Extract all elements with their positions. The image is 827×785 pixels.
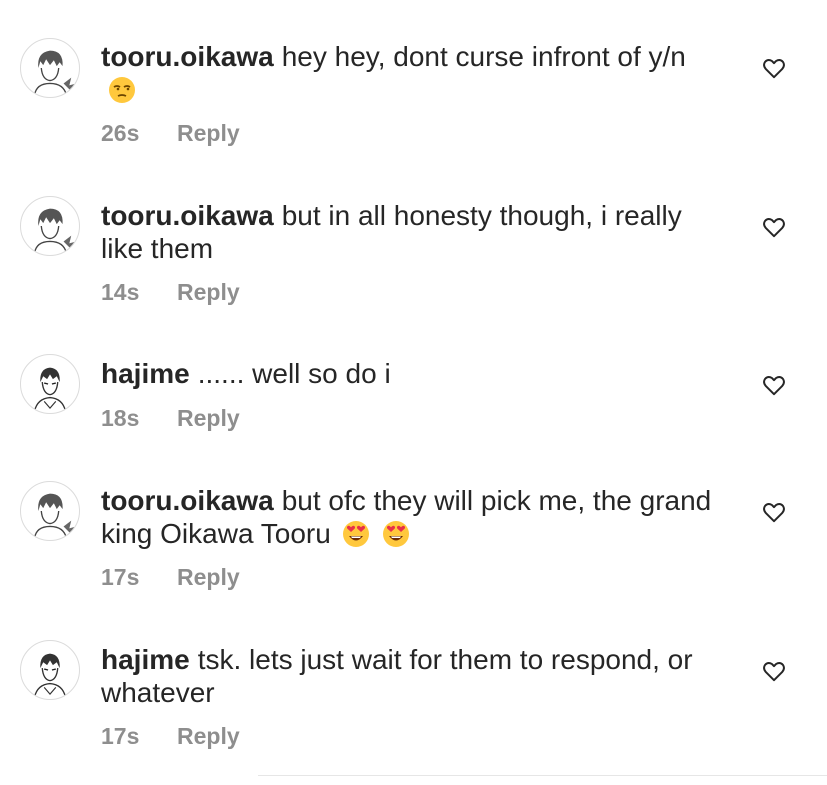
unamused-face-emoji <box>107 75 137 105</box>
heart-outline-icon[interactable] <box>761 214 787 240</box>
comment-text: hajime...... well so do i <box>101 357 721 390</box>
comment-timestamp: 14s <box>101 279 140 305</box>
comment-text: tooru.oikawa hey hey, dont curse infront … <box>101 40 721 106</box>
avatar[interactable] <box>20 354 80 414</box>
reply-button[interactable]: Reply <box>177 723 240 749</box>
comment-username[interactable]: tooru.oikawa <box>101 485 274 516</box>
comment-meta: 17s Reply <box>101 723 240 750</box>
heart-eyes-face-emoji <box>381 519 411 549</box>
comment-username[interactable]: tooru.oikawa <box>101 200 274 231</box>
avatar[interactable] <box>20 481 80 541</box>
comment-username[interactable]: tooru.oikawa <box>101 41 274 72</box>
comment-body: hey hey, dont curse infront of y/n <box>281 41 686 72</box>
comment-timestamp: 17s <box>101 723 140 749</box>
reply-button[interactable]: Reply <box>177 564 240 590</box>
oikawa-avatar-icon <box>33 493 77 539</box>
comment-timestamp: 17s <box>101 564 140 590</box>
oikawa-avatar-icon <box>33 208 77 254</box>
comment-username[interactable]: hajime <box>101 644 190 675</box>
comment-timestamp: 26s <box>101 120 140 146</box>
comment-body: ...... well so do i <box>197 358 391 389</box>
divider <box>258 775 827 776</box>
avatar[interactable] <box>20 640 80 700</box>
heart-outline-icon[interactable] <box>761 658 787 684</box>
heart-outline-icon[interactable] <box>761 55 787 81</box>
comment-meta: 18s Reply <box>101 405 240 432</box>
comment-text: hajime tsk. lets just wait for them to re… <box>101 643 721 709</box>
reply-button[interactable]: Reply <box>177 279 240 305</box>
comment-timestamp: 18s <box>101 405 140 431</box>
reply-button[interactable]: Reply <box>177 405 240 431</box>
comment-text: tooru.oikawa but ofc they will pick me, t… <box>101 484 721 550</box>
comment-text: tooru.oikawa but in all honesty though, i… <box>101 199 721 265</box>
comment-meta: 17s Reply <box>101 564 240 591</box>
comment-meta: 26s Reply <box>101 120 240 147</box>
avatar[interactable] <box>20 38 80 98</box>
hajime-avatar-icon <box>33 367 67 412</box>
oikawa-avatar-icon <box>33 50 77 96</box>
hajime-avatar-icon <box>33 653 67 698</box>
heart-outline-icon[interactable] <box>761 499 787 525</box>
heart-eyes-face-emoji <box>341 519 371 549</box>
comment-username[interactable]: hajime <box>101 358 190 389</box>
reply-button[interactable]: Reply <box>177 120 240 146</box>
avatar[interactable] <box>20 196 80 256</box>
comment-meta: 14s Reply <box>101 279 240 306</box>
heart-outline-icon[interactable] <box>761 372 787 398</box>
